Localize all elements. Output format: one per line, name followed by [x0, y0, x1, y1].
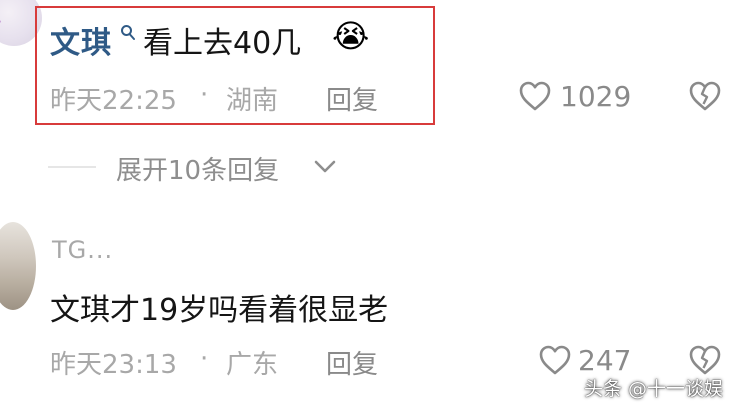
avatar-decoration-icon: ❀	[0, 16, 18, 30]
comment-location: 广东	[226, 350, 279, 380]
heart-icon[interactable]	[538, 344, 572, 376]
comment-location: 湖南	[226, 86, 279, 116]
reply-button[interactable]: 回复	[326, 80, 378, 117]
like-count: 1029	[560, 80, 632, 113]
comment-text: 文琪才19岁吗看着很显老	[50, 293, 389, 328]
crying-emoji-icon: 😭	[332, 17, 370, 55]
like-count: 247	[578, 344, 632, 377]
chevron-down-icon[interactable]	[312, 158, 338, 176]
expand-replies-button[interactable]: 展开10条回复	[116, 150, 279, 187]
avatar[interactable]	[0, 222, 36, 310]
meta-separator: ·	[200, 344, 209, 374]
comment-username[interactable]: TG...	[52, 236, 113, 264]
comment-time: 昨天22:25	[50, 86, 177, 116]
comment-time: 昨天23:13	[50, 350, 177, 380]
broken-heart-icon[interactable]	[688, 344, 722, 376]
magnifier-icon[interactable]	[120, 24, 136, 42]
heart-icon[interactable]	[518, 80, 552, 112]
comment-text: 看上去40几	[143, 26, 302, 61]
expand-divider	[48, 166, 96, 168]
comment-username[interactable]: 文琪	[50, 18, 112, 62]
reply-button[interactable]: 回复	[326, 344, 378, 381]
meta-separator: ·	[200, 80, 209, 110]
broken-heart-icon[interactable]	[688, 80, 722, 112]
watermark: 头条 @十一谈娱	[584, 378, 724, 400]
